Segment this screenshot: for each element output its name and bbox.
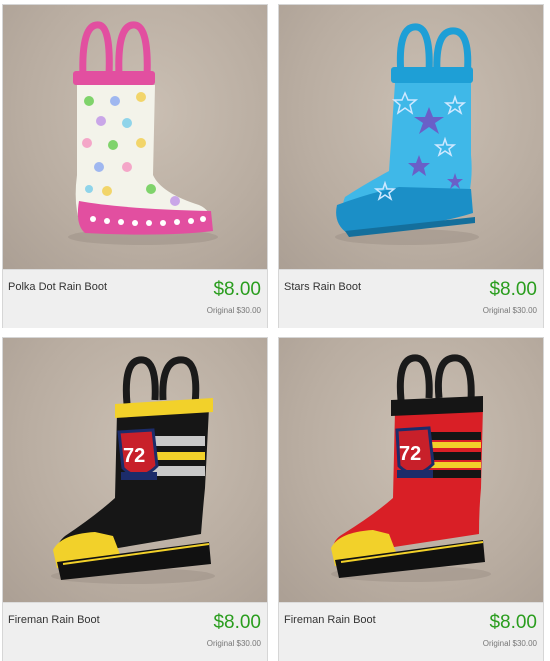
product-info: Stars Rain Boot $8.00 Original $30.00	[279, 269, 543, 328]
product-name[interactable]: Fireman Rain Boot	[8, 614, 100, 626]
original-price: Original $30.00	[482, 639, 537, 648]
product-card-polka-dot[interactable]: Polka Dot Rain Boot $8.00 Original $30.0…	[2, 4, 268, 328]
product-name[interactable]: Fireman Rain Boot	[284, 614, 376, 626]
product-image-polka-dot-boot[interactable]	[3, 5, 267, 269]
product-card-fireman-red[interactable]: 72 Fireman Rain Boot $8.00 Original $30.…	[278, 337, 544, 661]
product-price: $8.00	[213, 612, 261, 633]
product-price: $8.00	[213, 279, 261, 300]
original-price: Original $30.00	[206, 639, 261, 648]
product-image-fireman-boot-red[interactable]: 72	[279, 338, 543, 602]
product-name[interactable]: Polka Dot Rain Boot	[8, 281, 107, 293]
product-info: Fireman Rain Boot $8.00 Original $30.00	[279, 602, 543, 661]
product-image-fireman-boot-black[interactable]: 72	[3, 338, 267, 602]
product-price: $8.00	[489, 612, 537, 633]
product-image-stars-boot[interactable]	[279, 5, 543, 269]
product-info: Polka Dot Rain Boot $8.00 Original $30.0…	[3, 269, 267, 328]
svg-text:72: 72	[399, 443, 421, 465]
original-price: Original $30.00	[206, 306, 261, 315]
product-name[interactable]: Stars Rain Boot	[284, 281, 361, 293]
product-price: $8.00	[489, 279, 537, 300]
product-info: Fireman Rain Boot $8.00 Original $30.00	[3, 602, 267, 661]
svg-text:72: 72	[123, 445, 145, 467]
product-card-stars[interactable]: Stars Rain Boot $8.00 Original $30.00	[278, 4, 544, 328]
product-card-fireman-black[interactable]: 72 Fireman Rain Boot $8.00 Original $30.…	[2, 337, 268, 661]
original-price: Original $30.00	[482, 306, 537, 315]
